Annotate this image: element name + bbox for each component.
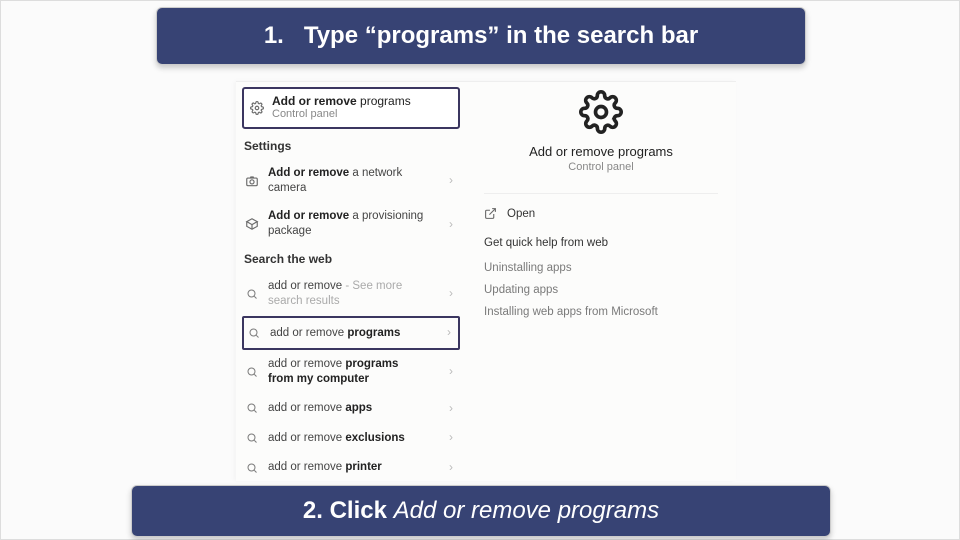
help-link[interactable]: Installing web apps from Microsoft — [484, 301, 718, 323]
search-icon — [244, 402, 260, 414]
web-result[interactable]: add or remove programs › — [242, 316, 460, 350]
instruction-step-2: 2. Click Add or remove programs — [131, 485, 831, 537]
best-match-subtitle: Control panel — [272, 108, 411, 121]
chevron-right-icon: › — [444, 325, 454, 341]
divider — [484, 193, 718, 194]
step-number: 1. — [264, 22, 284, 50]
web-result[interactable]: add or remove - See more search results › — [242, 272, 460, 316]
result-label: add or remove - See more search results — [268, 279, 438, 309]
settings-result[interactable]: Add or remove a provisioning package › — [242, 202, 460, 246]
open-action[interactable]: Open — [484, 204, 718, 223]
open-label: Open — [507, 208, 535, 220]
result-label: Add or remove a network camera — [268, 166, 438, 196]
result-label: add or remove printer — [268, 460, 438, 475]
best-match-result[interactable]: Add or remove programs Control panel — [242, 87, 460, 129]
search-results-list: Add or remove programs Control panel Set… — [236, 82, 466, 481]
chevron-right-icon: › — [446, 401, 456, 417]
web-result[interactable]: add or remove printer › — [242, 453, 460, 481]
best-match-title: Add or remove programs — [272, 94, 411, 108]
search-icon — [244, 288, 260, 300]
chevron-right-icon: › — [446, 217, 456, 233]
help-link[interactable]: Updating apps — [484, 279, 718, 301]
chevron-right-icon: › — [446, 173, 456, 189]
search-preview-pane: Add or remove programs Control panel Ope… — [466, 82, 736, 481]
search-icon — [244, 366, 260, 378]
preview-subtitle: Control panel — [568, 161, 633, 173]
step-text: Type “programs” in the search bar — [304, 22, 698, 50]
web-result[interactable]: add or remove apps › — [242, 394, 460, 424]
result-label: add or remove apps — [268, 401, 438, 416]
gear-icon — [250, 101, 264, 115]
search-icon — [244, 432, 260, 444]
chevron-right-icon: › — [446, 364, 456, 380]
web-result[interactable]: add or remove programs from my computer › — [242, 350, 460, 394]
result-label: Add or remove a provisioning package — [268, 209, 438, 239]
gear-icon — [579, 90, 623, 134]
package-icon — [244, 217, 260, 231]
search-icon — [244, 462, 260, 474]
step-text: 2. Click Add or remove programs — [303, 497, 659, 525]
chevron-right-icon: › — [446, 286, 456, 302]
instruction-step-1: 1. Type “programs” in the search bar — [156, 7, 806, 65]
camera-icon — [244, 174, 260, 188]
web-result[interactable]: add or remove exclusions › — [242, 423, 460, 453]
chevron-right-icon: › — [446, 430, 456, 446]
search-icon — [246, 327, 262, 339]
section-header-settings: Settings — [244, 139, 458, 153]
result-label: add or remove programs — [270, 326, 436, 341]
quick-help-header: Get quick help from web — [484, 237, 718, 249]
external-link-icon — [484, 207, 497, 220]
chevron-right-icon: › — [446, 460, 456, 476]
settings-result[interactable]: Add or remove a network camera › — [242, 159, 460, 203]
result-label: add or remove programs from my computer — [268, 357, 438, 387]
help-link[interactable]: Uninstalling apps — [484, 257, 718, 279]
result-label: add or remove exclusions — [268, 431, 438, 446]
windows-search-panel: Add or remove programs Control panel Set… — [236, 81, 736, 481]
section-header-web: Search the web — [244, 252, 458, 266]
preview-title: Add or remove programs — [529, 144, 673, 159]
